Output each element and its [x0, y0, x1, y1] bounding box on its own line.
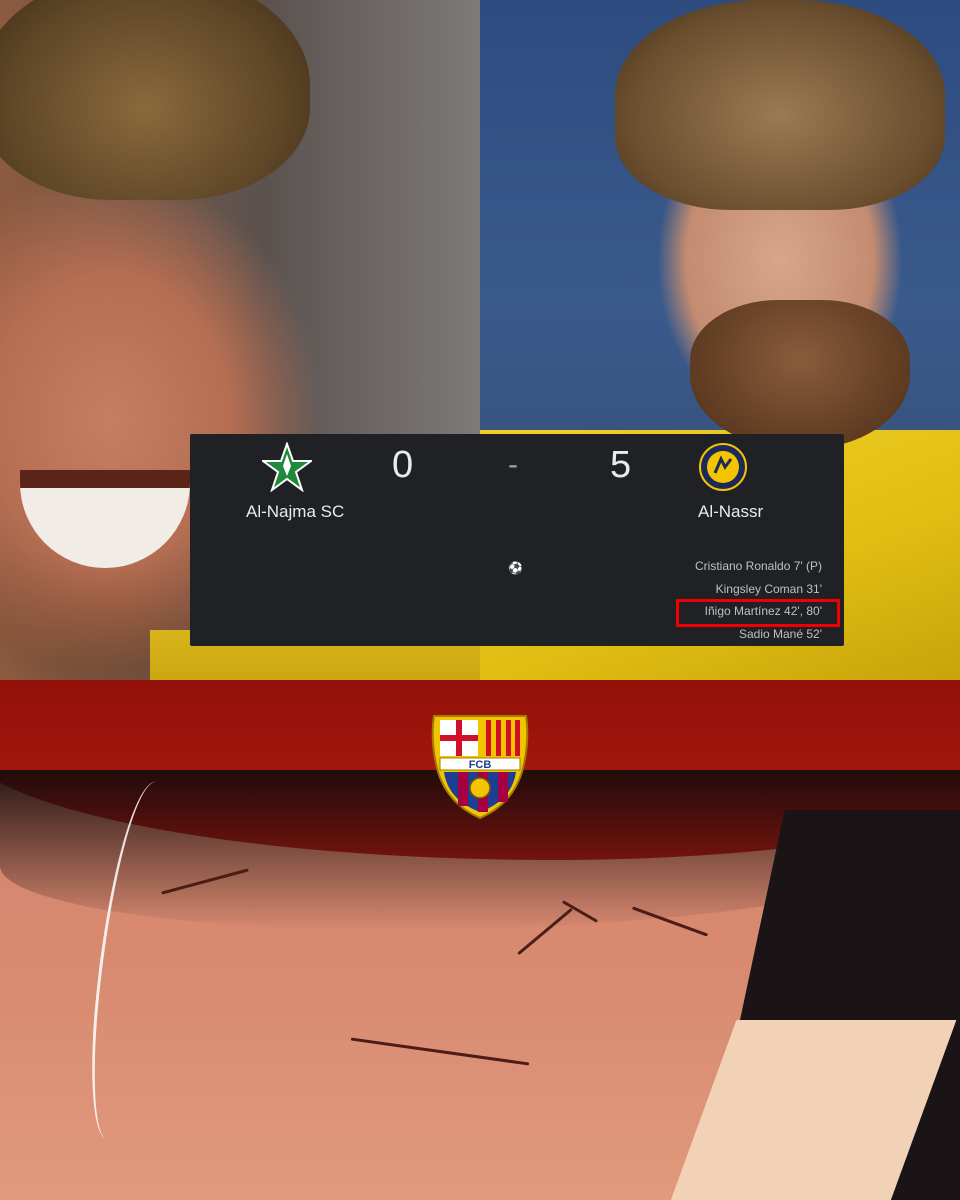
highlight-box [676, 599, 840, 627]
scorer-item: Sadio Mané 52' [738, 626, 822, 641]
hair-shape [615, 0, 945, 210]
home-team-name[interactable]: Al-Najma SC [246, 502, 344, 522]
beard-shape [690, 300, 910, 450]
crest-text: FCB [469, 759, 492, 771]
score-separator: - [508, 448, 518, 481]
al-nassr-logo-icon [699, 443, 747, 491]
hair-shape [0, 0, 310, 200]
smile-shape [20, 470, 190, 568]
match-scoreboard: Al-Najma SC 0 - 5 Al-Nassr ⚽ Cristiano R… [190, 434, 844, 646]
soccer-ball-icon: ⚽ [508, 561, 523, 575]
home-score: 0 [392, 444, 414, 486]
away-score: 5 [610, 444, 632, 486]
scorer-item: Cristiano Ronaldo 7' (P) [694, 559, 822, 573]
al-najma-star-logo-icon [262, 442, 312, 492]
mouth-line-shape [350, 1037, 530, 1066]
fc-barcelona-crest-icon: FCB [431, 715, 529, 820]
away-team-name[interactable]: Al-Nassr [698, 502, 763, 522]
